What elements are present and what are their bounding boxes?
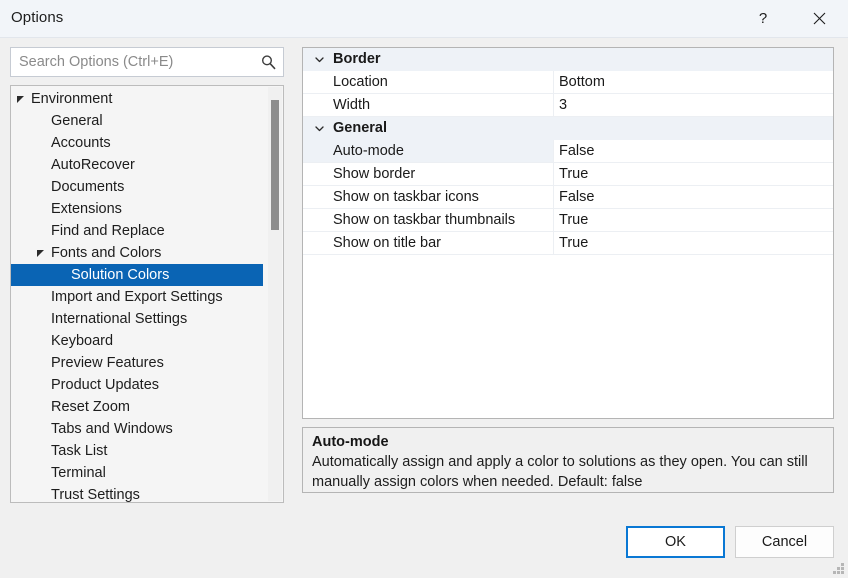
cancel-button[interactable]: Cancel <box>735 526 834 558</box>
property-category-label: General <box>333 120 387 136</box>
tree-item[interactable]: Preview Features <box>11 352 263 374</box>
tree-item-label: Import and Export Settings <box>51 289 223 305</box>
tree-item[interactable]: General <box>11 110 263 132</box>
tree-item[interactable]: Find and Replace <box>11 220 263 242</box>
tree-item[interactable]: Product Updates <box>11 374 263 396</box>
tree-item-label: Tabs and Windows <box>51 421 173 437</box>
tree-item[interactable]: Solution Colors <box>11 264 263 286</box>
tree-item[interactable]: Environment <box>11 88 263 110</box>
tree-item-label: Find and Replace <box>51 223 165 239</box>
expander-triangle-icon[interactable] <box>11 88 29 110</box>
property-row[interactable]: Show on taskbar icons False <box>303 186 833 209</box>
close-button[interactable] <box>796 0 842 37</box>
tree-item[interactable]: Keyboard <box>11 330 263 352</box>
tree-item[interactable]: Fonts and Colors <box>11 242 263 264</box>
resize-grip-dot <box>837 571 840 574</box>
property-name: Show on taskbar icons <box>303 186 554 209</box>
description-panel: Auto-mode Automatically assign and apply… <box>302 427 834 493</box>
property-row[interactable]: Show on title bar True <box>303 232 833 255</box>
tree-item-label: AutoRecover <box>51 157 135 173</box>
tree-item-label: Reset Zoom <box>51 399 130 415</box>
ok-button[interactable]: OK <box>626 526 725 558</box>
search-icon[interactable] <box>253 48 283 76</box>
resize-grip-dot <box>841 571 844 574</box>
resize-grip-dot <box>837 567 840 570</box>
tree-scrollbar-thumb[interactable] <box>271 100 279 230</box>
search-box[interactable] <box>10 47 284 77</box>
property-row[interactable]: Width 3 <box>303 94 833 117</box>
tree-item-label: Preview Features <box>51 355 164 371</box>
property-value[interactable]: True <box>554 209 833 232</box>
tree-item-label: Accounts <box>51 135 111 151</box>
property-value[interactable] <box>554 48 833 71</box>
tree-item[interactable]: Trust Settings <box>11 484 263 503</box>
property-category-row[interactable]: General <box>303 117 833 140</box>
tree-item-label: International Settings <box>51 311 188 327</box>
property-name: Auto-mode <box>303 140 554 163</box>
tree-item[interactable]: Task List <box>11 440 263 462</box>
resize-grip-dot <box>841 563 844 566</box>
tree-item-label: General <box>51 113 103 129</box>
tree-item[interactable]: Import and Export Settings <box>11 286 263 308</box>
property-row[interactable]: Location Bottom <box>303 71 833 94</box>
tree-item-label: Trust Settings <box>51 487 140 503</box>
property-category-row[interactable]: Border <box>303 48 833 71</box>
options-tree-panel: Environment General Accounts AutoRecover Doc… <box>10 85 284 503</box>
tree-item-label: Solution Colors <box>71 267 170 283</box>
resize-grip[interactable] <box>832 562 845 575</box>
tree-item[interactable]: International Settings <box>11 308 263 330</box>
tree-item-label: Extensions <box>51 201 122 217</box>
tree-item-label: Environment <box>31 91 113 107</box>
property-grid-panel: Border Location Bottom Width 3 General Auto-mo… <box>302 47 834 419</box>
close-icon <box>813 12 826 25</box>
tree-item[interactable]: Extensions <box>11 198 263 220</box>
tree-item-label: Keyboard <box>51 333 114 349</box>
property-value[interactable]: True <box>554 232 833 255</box>
property-value[interactable]: 3 <box>554 94 833 117</box>
tree-item-label: Terminal <box>51 465 106 481</box>
property-value[interactable] <box>554 117 833 140</box>
property-value[interactable]: False <box>554 186 833 209</box>
property-row[interactable]: Show on taskbar thumbnails True <box>303 209 833 232</box>
property-value[interactable]: False <box>554 140 833 163</box>
property-name: Location <box>303 71 554 94</box>
tree-scrollbar[interactable] <box>268 87 282 501</box>
property-row[interactable]: Show border True <box>303 163 833 186</box>
tree-item-label: Task List <box>51 443 108 459</box>
question-mark-icon: ? <box>758 10 768 27</box>
property-grid: Border Location Bottom Width 3 General Auto-mo… <box>303 48 833 255</box>
description-title: Auto-mode <box>312 434 389 450</box>
property-value[interactable]: Bottom <box>554 71 833 94</box>
property-name: Show border <box>303 163 554 186</box>
resize-grip-dot <box>833 571 836 574</box>
tree-item[interactable]: AutoRecover <box>11 154 263 176</box>
property-row[interactable]: Auto-mode False <box>303 140 833 163</box>
tree-item[interactable]: Terminal <box>11 462 263 484</box>
property-value[interactable]: True <box>554 163 833 186</box>
search-input[interactable] <box>11 48 253 76</box>
resize-grip-dot <box>841 567 844 570</box>
chevron-down-icon[interactable] <box>311 117 327 140</box>
title-bar: Options ? <box>0 0 848 38</box>
window-title: Options <box>11 9 64 26</box>
property-name: Show on taskbar thumbnails <box>303 209 554 232</box>
tree-item[interactable]: Tabs and Windows <box>11 418 263 440</box>
property-name: Width <box>303 94 554 117</box>
options-tree: Environment General Accounts AutoRecover Doc… <box>11 88 263 503</box>
tree-item[interactable]: Documents <box>11 176 263 198</box>
chevron-down-icon[interactable] <box>311 48 327 71</box>
expander-triangle-icon[interactable] <box>31 242 49 264</box>
tree-item-label: Product Updates <box>51 377 160 393</box>
tree-item[interactable]: Accounts <box>11 132 263 154</box>
property-category-label: Border <box>333 51 381 67</box>
description-body: Automatically assign and apply a color t… <box>312 454 808 490</box>
property-name: Show on title bar <box>303 232 554 255</box>
tree-item[interactable]: Reset Zoom <box>11 396 263 418</box>
tree-item-label: Documents <box>51 179 125 195</box>
help-button[interactable]: ? <box>740 0 786 37</box>
